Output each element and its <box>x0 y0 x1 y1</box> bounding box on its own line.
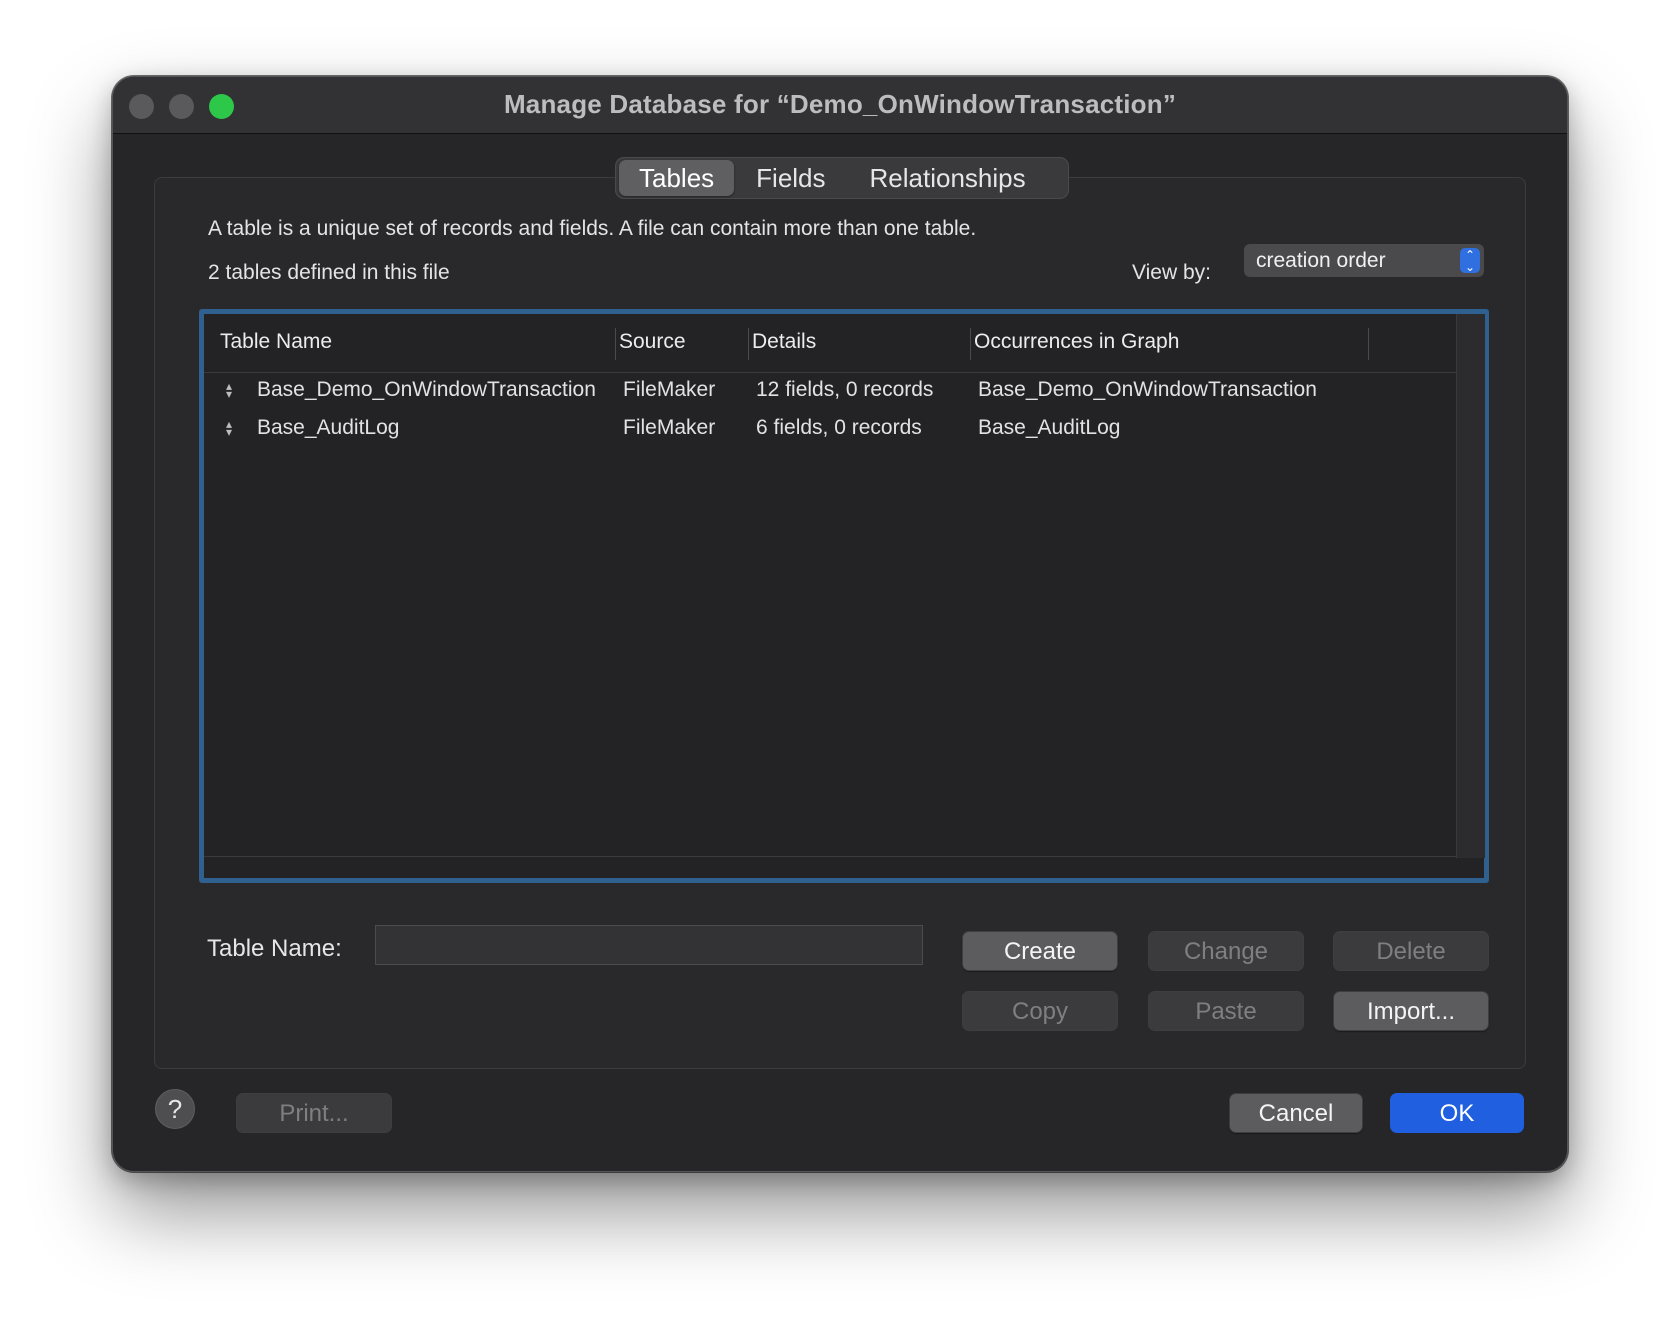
occurrences-cell: Base_AuditLog <box>978 416 1121 439</box>
column-divider[interactable] <box>748 328 749 360</box>
table-list[interactable]: Table Name Source Details Occurrences in… <box>199 309 1489 883</box>
table-count: 2 tables defined in this file <box>208 261 450 284</box>
table-name-cell: Base_Demo_OnWindowTransaction <box>257 378 596 401</box>
table-name-label: Table Name: <box>207 935 342 962</box>
tab-fields[interactable]: Fields <box>734 160 847 196</box>
column-header-details[interactable]: Details <box>752 330 816 354</box>
paste-button[interactable]: Paste <box>1148 991 1304 1031</box>
view-by-label: View by: <box>1132 261 1211 284</box>
column-header-source[interactable]: Source <box>619 330 686 354</box>
source-cell: FileMaker <box>623 378 716 401</box>
occurrences-cell: Base_Demo_OnWindowTransaction <box>978 378 1317 401</box>
details-cell: 12 fields, 0 records <box>756 378 934 401</box>
help-button[interactable]: ? <box>155 1089 195 1129</box>
tab-relationships[interactable]: Relationships <box>848 160 1048 196</box>
table-name-cell: Base_AuditLog <box>257 416 400 439</box>
column-header-table-name[interactable]: Table Name <box>220 330 332 354</box>
column-divider[interactable] <box>1368 328 1369 360</box>
reorder-handle-icon[interactable]: ▴ ▾ <box>226 418 232 438</box>
table-header: Table Name Source Details Occurrences in… <box>204 314 1456 372</box>
tab-tables[interactable]: Tables <box>619 160 735 196</box>
change-button[interactable]: Change <box>1148 931 1304 971</box>
ok-button[interactable]: OK <box>1390 1093 1524 1133</box>
details-cell: 6 fields, 0 records <box>756 416 922 439</box>
list-bottom-divider <box>204 856 1456 857</box>
view-by-select[interactable]: creation order ⌃ ⌄ <box>1244 244 1484 277</box>
import-button[interactable]: Import... <box>1333 991 1489 1031</box>
column-header-occurrences[interactable]: Occurrences in Graph <box>974 330 1179 354</box>
table-row[interactable]: ▴ ▾ Base_AuditLog FileMaker 6 fields, 0 r… <box>204 410 1456 446</box>
title-bar: Manage Database for “Demo_OnWindowTransa… <box>113 77 1567 134</box>
print-button[interactable]: Print... <box>236 1093 392 1133</box>
window-title: Manage Database for “Demo_OnWindowTransa… <box>503 89 1177 119</box>
chevron-up-down-icon: ⌃ ⌄ <box>1460 248 1480 273</box>
table-row[interactable]: ▴ ▾ Base_Demo_OnWindowTransaction FileMak… <box>204 372 1456 408</box>
view-by-value: creation order <box>1256 249 1386 272</box>
create-button[interactable]: Create <box>962 931 1118 971</box>
manage-database-dialog: Manage Database for “Demo_OnWindowTransa… <box>112 76 1568 1172</box>
tab-bar: Tables Fields Relationships <box>615 157 1069 199</box>
column-divider[interactable] <box>615 328 616 360</box>
vertical-scrollbar[interactable] <box>1456 314 1485 858</box>
reorder-handle-icon[interactable]: ▴ ▾ <box>226 380 232 400</box>
copy-button[interactable]: Copy <box>962 991 1118 1031</box>
cancel-button[interactable]: Cancel <box>1229 1093 1363 1133</box>
tables-description: A table is a unique set of records and f… <box>208 217 977 240</box>
source-cell: FileMaker <box>623 416 716 439</box>
column-divider[interactable] <box>970 328 971 360</box>
delete-button[interactable]: Delete <box>1333 931 1489 971</box>
table-name-input[interactable] <box>375 925 923 965</box>
